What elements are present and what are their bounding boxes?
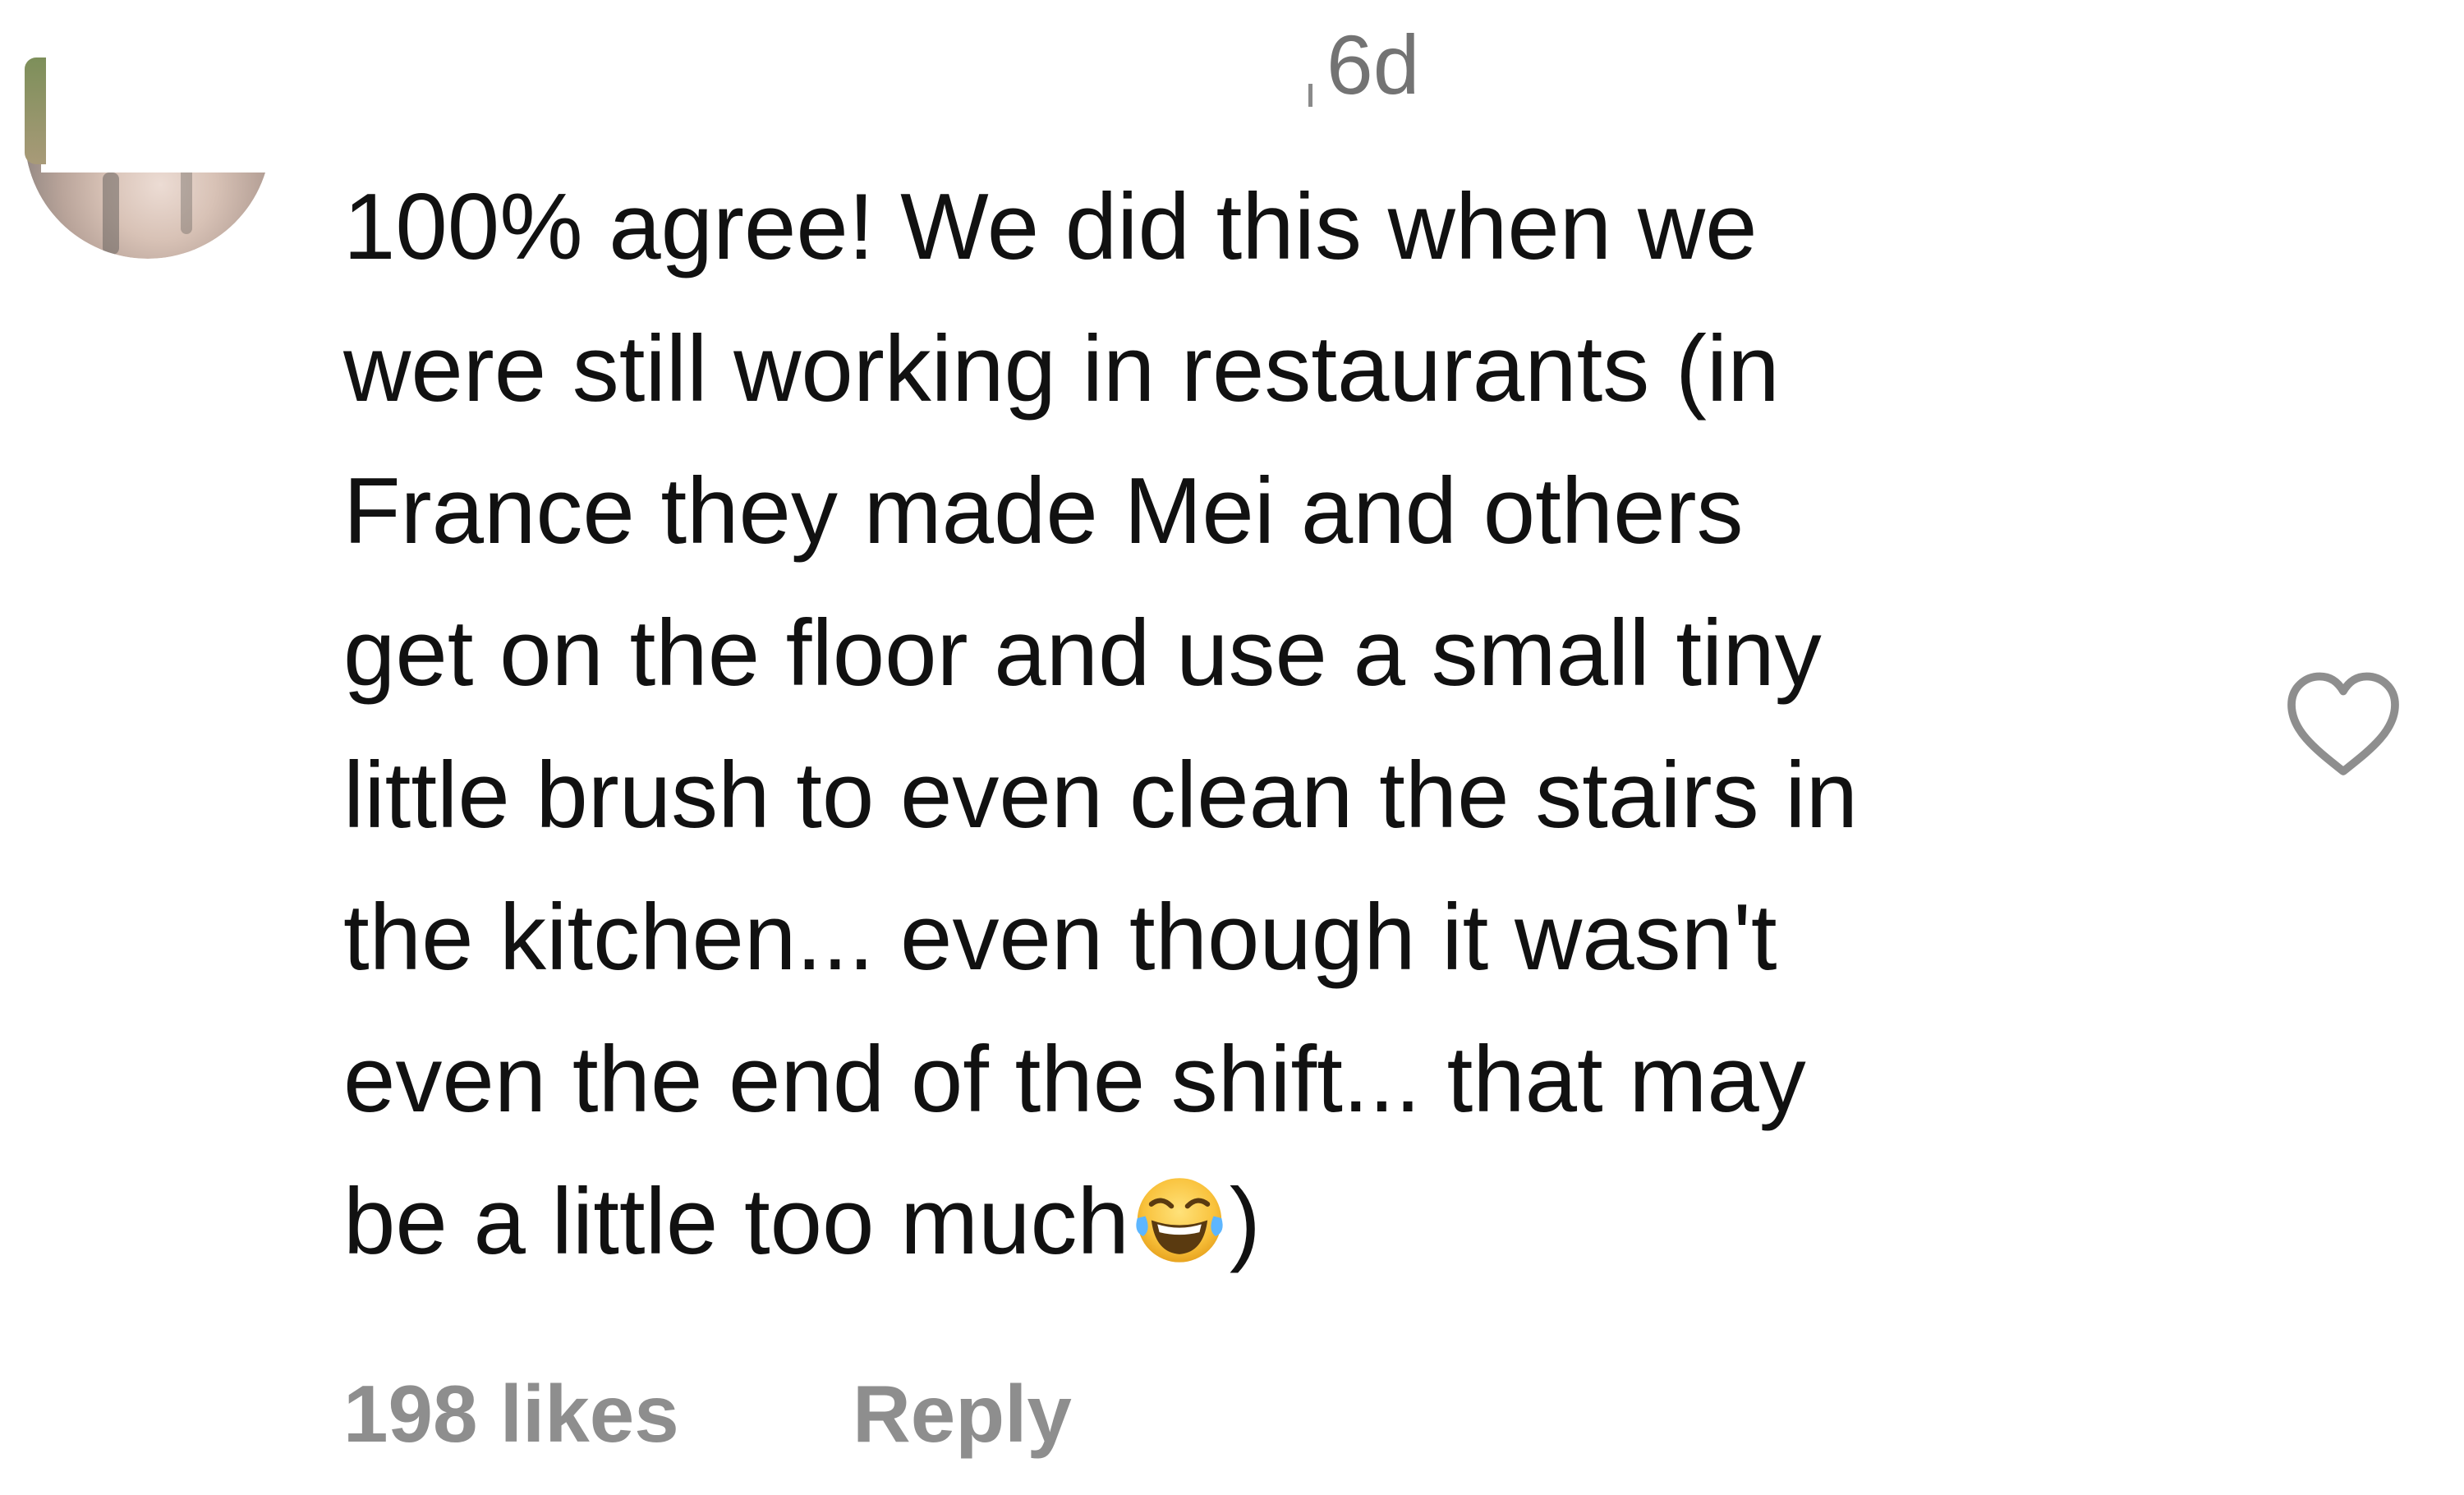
comment-text-end: ): [1229, 1170, 1261, 1274]
face-with-tears-of-joy-emoji: [1136, 1178, 1223, 1263]
likes-count[interactable]: 198 likes: [343, 1373, 679, 1454]
reply-button[interactable]: Reply: [853, 1373, 1072, 1454]
comment-body: 100% agree! We did this when we were sti…: [343, 156, 2282, 1293]
avatar-image-detail: [103, 172, 119, 255]
avatar-crop-mask: [41, 49, 287, 172]
comment-item: 6d 100% agree! We did this when we were …: [0, 0, 2464, 1495]
heart-outline-icon[interactable]: [2282, 667, 2405, 782]
avatar-image-detail: [181, 164, 192, 234]
username-truncation-mark: [1308, 84, 1312, 107]
avatar-image-edge: [25, 58, 46, 164]
comment-timestamp: 6d: [1326, 18, 1420, 112]
comment-text: 100% agree! We did this when we were sti…: [343, 175, 1858, 1274]
